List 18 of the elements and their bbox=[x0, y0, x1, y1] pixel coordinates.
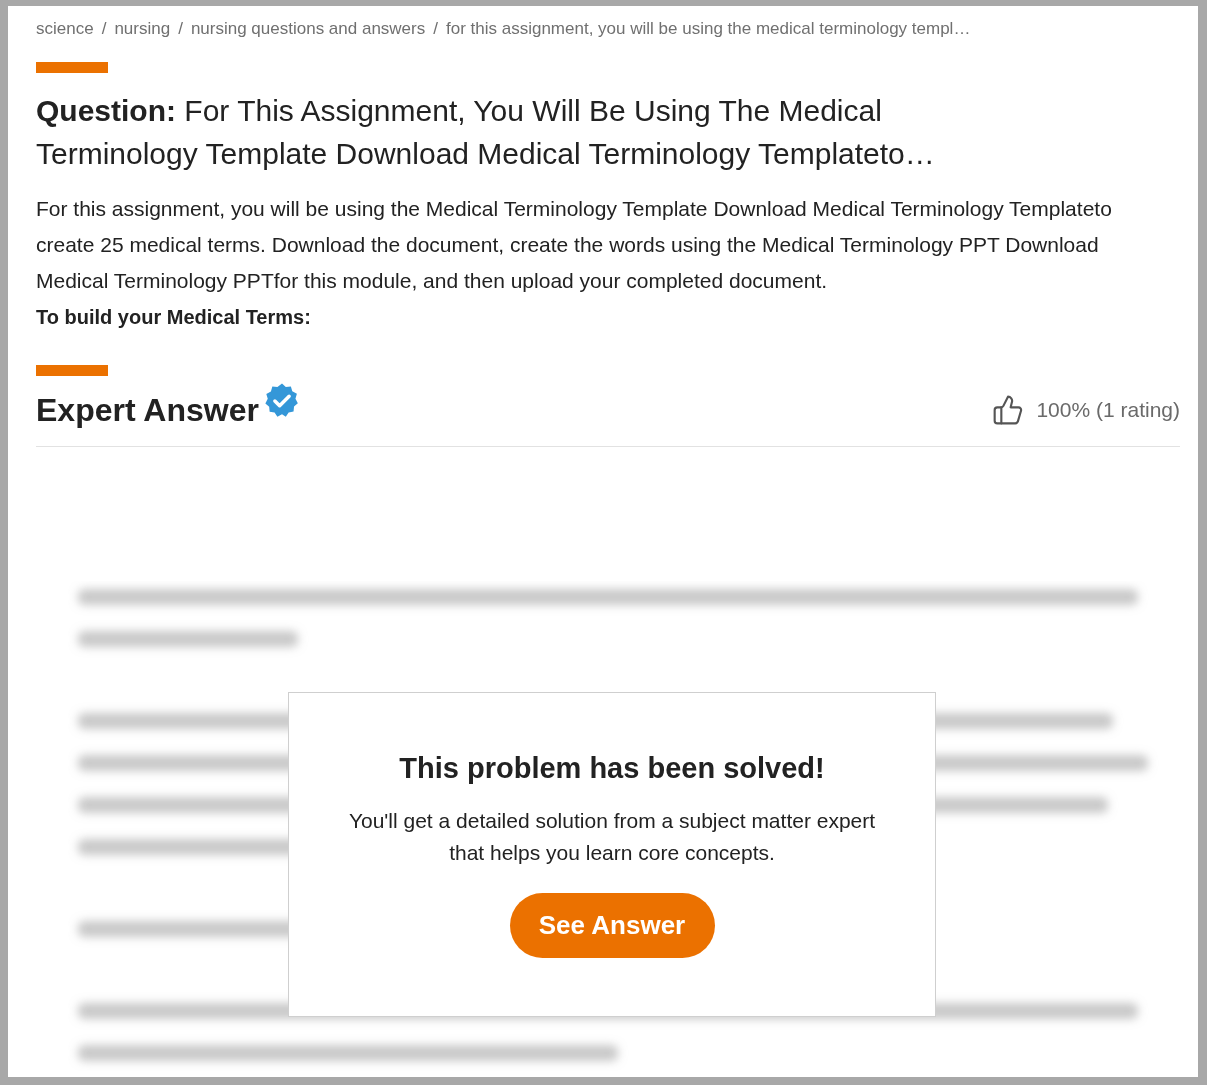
question-subheading: To build your Medical Terms: bbox=[36, 304, 312, 330]
rating-text: 100% (1 rating) bbox=[1036, 396, 1180, 423]
paywall-title: This problem has been solved! bbox=[399, 751, 825, 786]
breadcrumb-link[interactable]: for this assignment, you will be using the medical terminology templ… bbox=[446, 16, 971, 42]
breadcrumb-link[interactable]: nursing bbox=[114, 16, 171, 42]
breadcrumb-separator: / bbox=[101, 18, 107, 40]
question-title: Question: For This Assignment, You Will Be Using The Medical Terminology Template Download Medical Terminology Templateto… bbox=[36, 92, 936, 172]
thumbs-up-icon[interactable] bbox=[992, 393, 1025, 426]
breadcrumb-link[interactable]: nursing questions and answers bbox=[190, 16, 426, 42]
accent-bar bbox=[36, 61, 108, 73]
paywall-text: You'll get a detailed solution from a subject matter expert that helps you learn core concepts. bbox=[347, 807, 877, 866]
breadcrumb-separator: / bbox=[178, 18, 183, 40]
breadcrumb-separator: / bbox=[433, 18, 438, 40]
accent-bar bbox=[36, 364, 108, 376]
expert-answer-heading: Expert Answer bbox=[36, 390, 259, 430]
question-body: For this assignment, you will be using the Medical Terminology Template Download Medical Terminology Templateto create 25 medical terms. Download the document, create the words using the Medical Terminology PPT Download Medical Terminology PPTfor this module, and then upload your completed document. bbox=[36, 195, 1113, 294]
see-answer-button[interactable]: See Answer bbox=[509, 892, 715, 958]
breadcrumb-link[interactable]: science bbox=[36, 16, 94, 42]
